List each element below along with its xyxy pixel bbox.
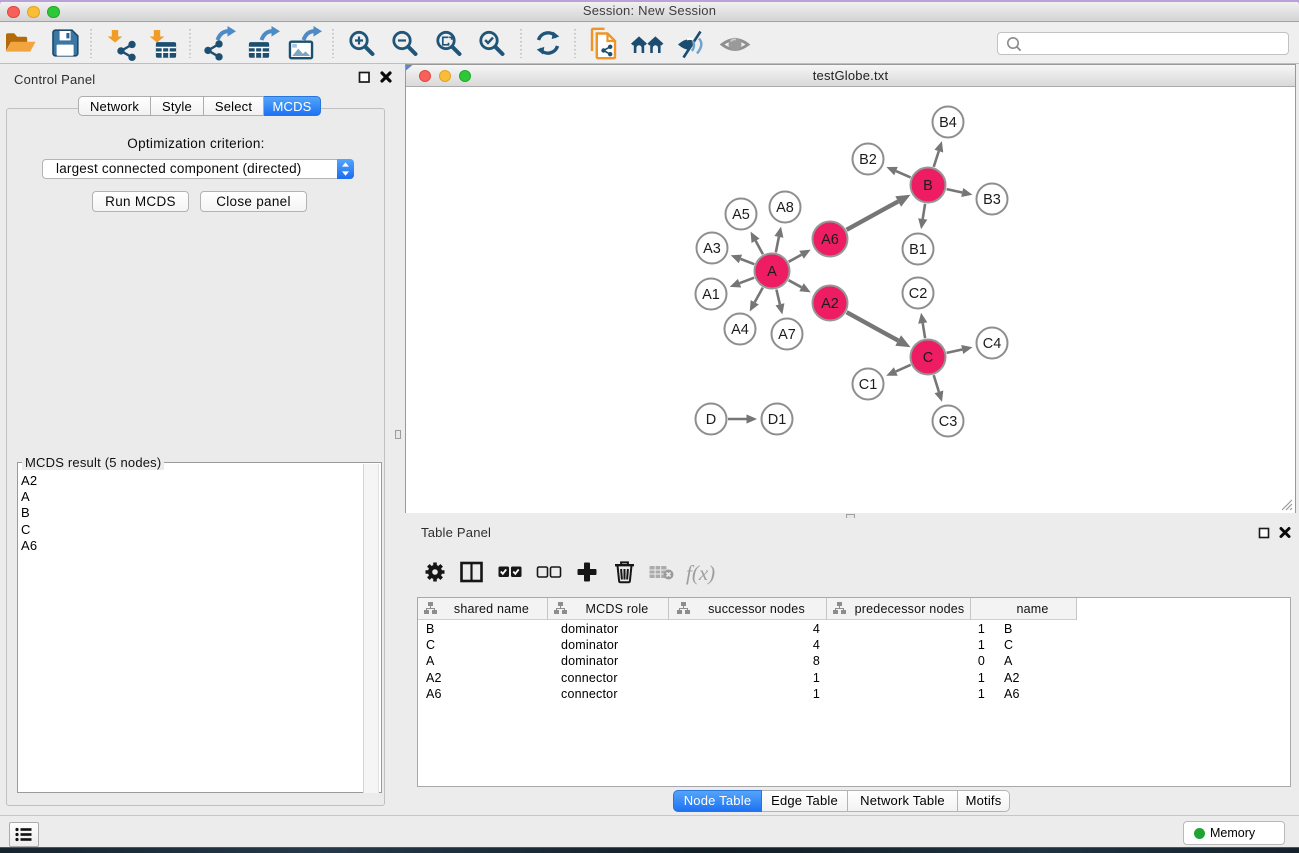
svg-text:B: B <box>923 178 933 194</box>
svg-text:A2: A2 <box>821 296 839 312</box>
svg-text:D: D <box>706 412 716 428</box>
svg-text:A5: A5 <box>732 207 750 223</box>
svg-text:A3: A3 <box>703 241 721 257</box>
svg-text:D1: D1 <box>768 412 787 428</box>
svg-text:B3: B3 <box>983 192 1001 208</box>
svg-text:A: A <box>767 264 777 280</box>
svg-text:f(x): f(x) <box>686 561 715 585</box>
svg-text:B4: B4 <box>939 115 957 131</box>
svg-text:C3: C3 <box>939 414 958 430</box>
svg-text:C2: C2 <box>909 286 928 302</box>
svg-text:C1: C1 <box>859 377 878 393</box>
svg-text:C: C <box>923 350 933 366</box>
svg-text:A1: A1 <box>702 287 720 303</box>
svg-text:A7: A7 <box>778 327 796 343</box>
svg-text:A4: A4 <box>731 322 749 338</box>
svg-text:A8: A8 <box>776 200 794 216</box>
svg-text:C4: C4 <box>983 336 1002 352</box>
svg-text:B1: B1 <box>909 242 927 258</box>
svg-text:B2: B2 <box>859 152 877 168</box>
svg-text:A6: A6 <box>821 232 839 248</box>
